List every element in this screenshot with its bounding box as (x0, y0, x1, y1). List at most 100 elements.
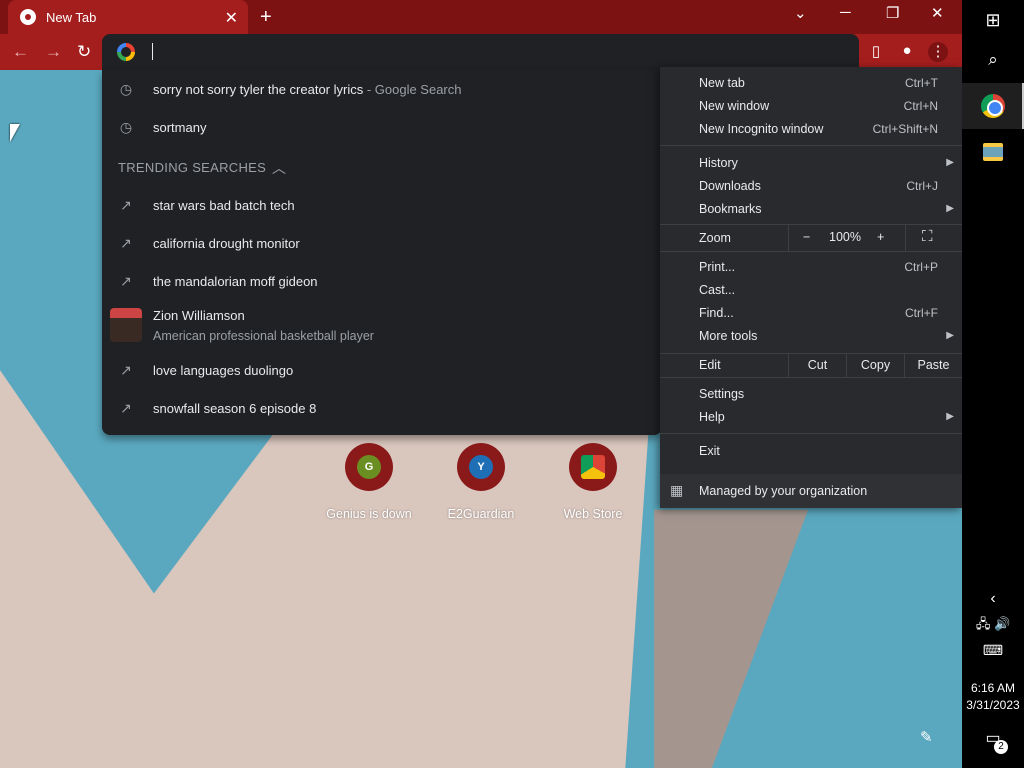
trending-suggestion-5[interactable]: ↗ snowfall season 6 episode 8 (102, 389, 662, 427)
windows-start-icon[interactable]: ⊞ (962, 10, 1024, 31)
tab-search-icon[interactable]: ⌄ (794, 4, 807, 22)
menu-history[interactable]: History (699, 156, 738, 170)
entity-description: American professional basketball player (153, 329, 374, 343)
suggestion-text: sortmany (153, 119, 207, 135)
managed-label: Managed by your organization (699, 484, 868, 498)
menu-kebab-icon[interactable]: ⋮ (928, 42, 948, 62)
menu-zoom-row: Zoom − 100% + ⛶ (660, 224, 962, 251)
trending-arrow-icon: ↗ (120, 362, 132, 378)
menu-divider (660, 433, 962, 434)
taskbar-clock[interactable]: 6:16 AM 3/31/2023 (962, 680, 1024, 714)
notification-count: 2 (994, 740, 1008, 754)
suggestion-text: the mandalorian moff gideon (153, 273, 318, 289)
shortcut-text: Ctrl+J (906, 179, 938, 193)
menu-paste[interactable]: Paste (904, 353, 962, 377)
submenu-arrow-icon: ▶ (946, 330, 954, 341)
tab-title: New Tab (46, 9, 97, 25)
submenu-arrow-icon: ▶ (946, 203, 954, 214)
omnibox[interactable] (102, 34, 859, 70)
zoom-out-button[interactable]: − (803, 230, 810, 244)
keyboard-icon[interactable]: ⌨ (962, 642, 1024, 659)
suggestion-text: sorry not sorry tyler the creator lyrics (153, 81, 364, 97)
suggestion-text: star wars bad batch tech (153, 197, 295, 213)
menu-downloads[interactable]: Downloads (699, 179, 761, 193)
shortcut-label: E2Guardian (447, 507, 515, 521)
mouse-cursor-icon (10, 124, 20, 142)
tab-new-tab[interactable]: New Tab ✕ (8, 0, 248, 34)
trending-suggestion-2[interactable]: ↗ california drought monitor (102, 224, 662, 262)
menu-exit[interactable]: Exit (699, 444, 720, 458)
tab-strip: New Tab ✕ + ⌄ ─ ❐ ✕ (0, 0, 962, 34)
submenu-arrow-icon: ▶ (946, 411, 954, 422)
trending-suggestion-3[interactable]: ↗ the mandalorian moff gideon (102, 262, 662, 300)
omnibox-input[interactable] (152, 43, 153, 60)
chrome-menu: New tab Ctrl+T New window Ctrl+N New Inc… (660, 67, 962, 508)
trending-suggestion-4[interactable]: ↗ love languages duolingo (102, 351, 662, 389)
minimize-button[interactable]: ─ (840, 4, 851, 21)
menu-divider (660, 251, 962, 252)
shortcut-text: Ctrl+F (905, 306, 938, 320)
entity-name: Zion Williamson (153, 308, 245, 323)
chevron-up-icon[interactable]: ︿ (272, 158, 286, 178)
zoom-level: 100% (829, 230, 861, 244)
clock-time: 6:16 AM (970, 681, 1016, 695)
notifications-icon[interactable]: ▭ (962, 728, 1024, 748)
trending-suggestion-1[interactable]: ↗ star wars bad batch tech (102, 186, 662, 224)
restore-button[interactable]: ❐ (886, 4, 899, 22)
omnibox-suggestions: ◷ sorry not sorry tyler the creator lyri… (102, 70, 662, 435)
menu-more-tools[interactable]: More tools (699, 329, 757, 343)
shortcut-text: Ctrl+P (904, 260, 938, 274)
menu-print[interactable]: Print... (699, 260, 735, 274)
menu-settings[interactable]: Settings (699, 387, 744, 401)
suggestion-text: california drought monitor (153, 235, 300, 251)
shortcut-favicon: G (357, 455, 381, 479)
chevron-left-icon[interactable]: ‹ (962, 590, 1024, 608)
trending-arrow-icon: ↗ (120, 197, 132, 213)
shortcut-text: Ctrl+N (903, 99, 938, 113)
trending-arrow-icon: ↗ (120, 400, 132, 416)
network-volume-icon[interactable]: 🖧 🔊 (962, 615, 1024, 637)
menu-copy[interactable]: Copy (846, 353, 904, 377)
reload-button[interactable]: ↻ (77, 42, 91, 62)
chrome-icon (981, 94, 1005, 118)
menu-divider (660, 377, 962, 378)
menu-new-incognito[interactable]: New Incognito window (699, 122, 823, 136)
menu-find[interactable]: Find... (699, 306, 734, 320)
file-explorer-icon[interactable] (983, 143, 1003, 161)
new-tab-button[interactable]: + (260, 6, 272, 29)
zoom-in-button[interactable]: + (877, 230, 884, 244)
shortcut-label: Web Store (563, 507, 623, 521)
forward-button[interactable]: → (45, 42, 62, 62)
menu-cast[interactable]: Cast... (699, 283, 735, 297)
shortcut-e2guardian[interactable]: Y E2Guardian (431, 443, 531, 521)
menu-cut[interactable]: Cut (788, 353, 846, 377)
menu-bookmarks[interactable]: Bookmarks (699, 202, 762, 216)
close-window-button[interactable]: ✕ (931, 4, 944, 22)
managed-by-org[interactable]: ▦ Managed by your organization (660, 474, 962, 508)
entity-avatar (110, 308, 142, 342)
menu-edit-row: Edit Cut Copy Paste (660, 353, 962, 377)
web-store-icon (581, 455, 605, 479)
side-panel-icon[interactable]: ▯ (866, 42, 886, 62)
trending-searches-header: TRENDING SEARCHES (118, 160, 267, 175)
menu-new-tab[interactable]: New tab (699, 76, 745, 90)
suggestion-history-2[interactable]: ◷ sortmany (102, 108, 662, 146)
zoom-controls: − 100% + (788, 224, 906, 251)
submenu-arrow-icon: ▶ (946, 157, 954, 168)
menu-new-window[interactable]: New window (699, 99, 769, 113)
shortcut-text: Ctrl+T (905, 76, 938, 90)
tab-close-icon[interactable]: ✕ (225, 8, 238, 28)
google-icon (117, 43, 135, 61)
search-icon[interactable]: ⌕ (962, 50, 1024, 70)
shortcut-genius[interactable]: G Genius is down (319, 443, 419, 521)
menu-help[interactable]: Help (699, 410, 725, 424)
customize-pencil-icon[interactable]: ✎ (920, 728, 933, 746)
suggestion-history-1[interactable]: ◷ sorry not sorry tyler the creator lyri… (102, 70, 662, 108)
shortcut-text: Ctrl+Shift+N (872, 122, 938, 136)
suggestion-text: snowfall season 6 episode 8 (153, 400, 317, 416)
profile-icon[interactable]: ● (897, 42, 917, 62)
shortcut-web-store[interactable]: Web Store (543, 443, 643, 521)
fullscreen-icon[interactable]: ⛶ (922, 228, 933, 245)
back-button[interactable]: ← (12, 42, 29, 62)
menu-zoom-label: Zoom (699, 231, 731, 245)
